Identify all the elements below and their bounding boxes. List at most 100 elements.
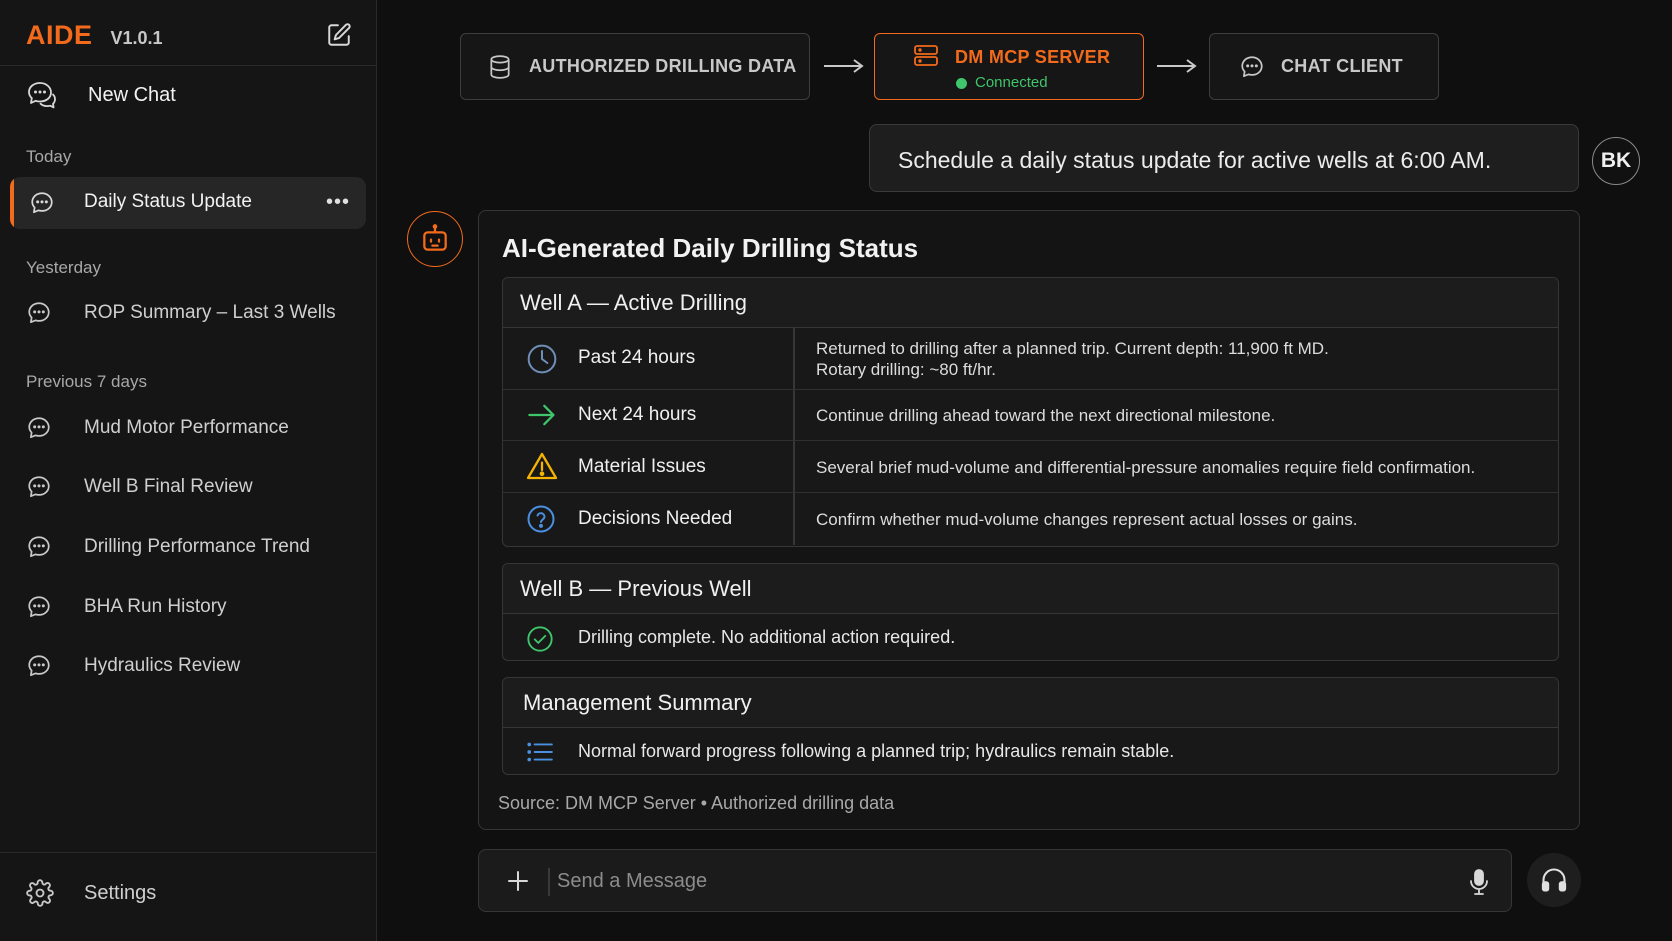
row-value-line: Returned to drilling after a planned tri… xyxy=(816,339,1329,358)
chat-bubble-icon xyxy=(29,190,55,216)
pipeline-chat-client: CHAT CLIENT xyxy=(1209,33,1439,100)
pipeline-source-label: AUTHORIZED DRILLING DATA xyxy=(529,56,797,76)
row-key: Material Issues xyxy=(578,456,706,477)
headphones-icon xyxy=(1540,866,1568,894)
gear-icon xyxy=(26,879,54,907)
pipeline-mcp-server: DM MCP SERVER Connected xyxy=(874,33,1144,100)
active-indicator xyxy=(10,177,14,229)
bot-avatar xyxy=(407,211,463,267)
sidebar-item-label: Daily Status Update xyxy=(84,191,252,212)
user-avatar[interactable]: BK xyxy=(1592,137,1640,185)
message-composer[interactable]: Send a Message xyxy=(478,849,1512,912)
chat-bubble-icon xyxy=(26,534,52,560)
summary-text: Normal forward progress following a plan… xyxy=(578,741,1175,761)
arrow-right-icon xyxy=(526,401,558,429)
sidebar-item-label: Hydraulics Review xyxy=(84,655,241,676)
chat-bubble-icon xyxy=(1239,54,1265,80)
pipeline-authorized-data: AUTHORIZED DRILLING DATA xyxy=(460,33,810,100)
user-message-text: Schedule a daily status update for activ… xyxy=(898,147,1492,173)
sidebar-item-label: Mud Motor Performance xyxy=(84,417,289,438)
row-value: Confirm whether mud-volume changes repre… xyxy=(816,510,1358,529)
sidebar-item-hydraulics-review[interactable]: Hydraulics Review xyxy=(26,649,240,683)
settings-button[interactable]: Settings xyxy=(26,876,156,910)
well-b-card: Well B — Previous Well Drilling complete… xyxy=(502,563,1559,661)
chat-bubble-icon xyxy=(26,474,52,500)
table-row: Decisions Needed Confirm whether mud-vol… xyxy=(503,493,1558,545)
add-attachment-icon[interactable] xyxy=(507,870,529,892)
check-circle-icon xyxy=(526,625,554,653)
table-row: Material Issues Several brief mud-volume… xyxy=(503,441,1558,493)
pipeline-client-label: CHAT CLIENT xyxy=(1281,56,1403,76)
more-options-icon[interactable]: ••• xyxy=(326,191,350,214)
column-divider xyxy=(793,390,795,440)
section-today: Today xyxy=(26,147,72,166)
warning-icon xyxy=(526,451,558,481)
chat-bubble-icon xyxy=(26,300,52,326)
settings-label: Settings xyxy=(84,881,157,904)
management-summary-card: Management Summary Normal forward progre… xyxy=(502,677,1559,775)
pipeline-server-label: DM MCP SERVER xyxy=(955,47,1111,67)
column-divider xyxy=(793,493,795,545)
app-name: AIDE xyxy=(26,20,93,50)
sidebar-item-rop-summary[interactable]: ROP Summary – Last 3 Wells xyxy=(26,296,336,330)
sidebar-item-daily-status-update[interactable]: Daily Status Update ••• xyxy=(10,177,366,229)
chat-bubble-icon xyxy=(26,653,52,679)
sidebar-divider xyxy=(0,65,377,66)
sidebar-item-mud-motor-performance[interactable]: Mud Motor Performance xyxy=(26,411,289,445)
connection-status: Connected xyxy=(975,74,1048,91)
chat-bubble-icon xyxy=(26,415,52,441)
sidebar-divider xyxy=(0,852,377,853)
row-value-line: Rotary drilling: ~80 ft/hr. xyxy=(816,360,997,379)
row-value: Returned to drilling after a planned tri… xyxy=(816,338,1329,380)
sidebar-item-bha-run-history[interactable]: BHA Run History xyxy=(26,590,227,624)
summary-heading: Management Summary xyxy=(503,678,1558,728)
well-a-heading: Well A — Active Drilling xyxy=(503,278,1558,328)
question-icon xyxy=(526,504,556,534)
server-icon xyxy=(913,44,939,68)
well-b-heading: Well B — Previous Well xyxy=(503,564,1558,614)
message-input[interactable]: Send a Message xyxy=(557,870,707,893)
connected-status-dot xyxy=(956,78,967,89)
list-item: Normal forward progress following a plan… xyxy=(503,728,1558,774)
app-version: V1.0.1 xyxy=(110,28,163,48)
sidebar: AIDE V1.0.1 New Chat Today Daily Status xyxy=(0,0,377,941)
sidebar-item-label: Drilling Performance Trend xyxy=(84,536,310,557)
section-previous-7-days: Previous 7 days xyxy=(26,372,147,391)
user-message-bubble: Schedule a daily status update for activ… xyxy=(869,124,1579,192)
chat-bubbles-icon xyxy=(26,80,58,110)
sidebar-item-label: ROP Summary – Last 3 Wells xyxy=(84,302,336,323)
table-row: Past 24 hours Returned to drilling after… xyxy=(503,328,1558,390)
source-attribution: Source: DM MCP Server • Authorized drill… xyxy=(498,793,895,813)
clock-icon xyxy=(526,343,558,375)
brand: AIDE V1.0.1 xyxy=(26,20,163,51)
well-a-card: Well A — Active Drilling Past 24 hours R… xyxy=(502,277,1559,547)
row-value: Several brief mud-volume and differentia… xyxy=(816,458,1476,477)
section-yesterday: Yesterday xyxy=(26,258,101,277)
robot-icon xyxy=(419,223,451,255)
row-key: Decisions Needed xyxy=(578,508,733,529)
response-title: AI-Generated Daily Drilling Status xyxy=(502,233,919,263)
column-divider xyxy=(793,328,795,389)
new-chat-button[interactable]: New Chat xyxy=(26,78,176,112)
sidebar-item-label: BHA Run History xyxy=(84,596,227,617)
arrow-right-icon xyxy=(824,59,864,73)
sidebar-item-label: Well B Final Review xyxy=(84,476,253,497)
sidebar-item-drilling-performance-trend[interactable]: Drilling Performance Trend xyxy=(26,530,310,564)
row-key: Next 24 hours xyxy=(578,404,697,425)
table-row: Next 24 hours Continue drilling ahead to… xyxy=(503,390,1558,441)
assistant-response: AI-Generated Daily Drilling Status Well … xyxy=(478,210,1580,830)
voice-mode-button[interactable] xyxy=(1527,853,1581,907)
new-chat-label: New Chat xyxy=(88,83,176,106)
well-b-status: Drilling complete. No additional action … xyxy=(578,627,956,647)
database-icon xyxy=(487,53,513,81)
column-divider xyxy=(793,441,795,492)
list-icon xyxy=(526,739,554,765)
row-key: Past 24 hours xyxy=(578,347,696,368)
row-value: Continue drilling ahead toward the next … xyxy=(816,406,1276,425)
new-chat-edit-icon[interactable] xyxy=(326,22,352,48)
chat-bubble-icon xyxy=(26,594,52,620)
microphone-icon[interactable] xyxy=(1469,868,1489,896)
list-item: Drilling complete. No additional action … xyxy=(503,614,1558,660)
composer-divider xyxy=(548,868,550,896)
sidebar-item-well-b-final-review[interactable]: Well B Final Review xyxy=(26,470,253,504)
